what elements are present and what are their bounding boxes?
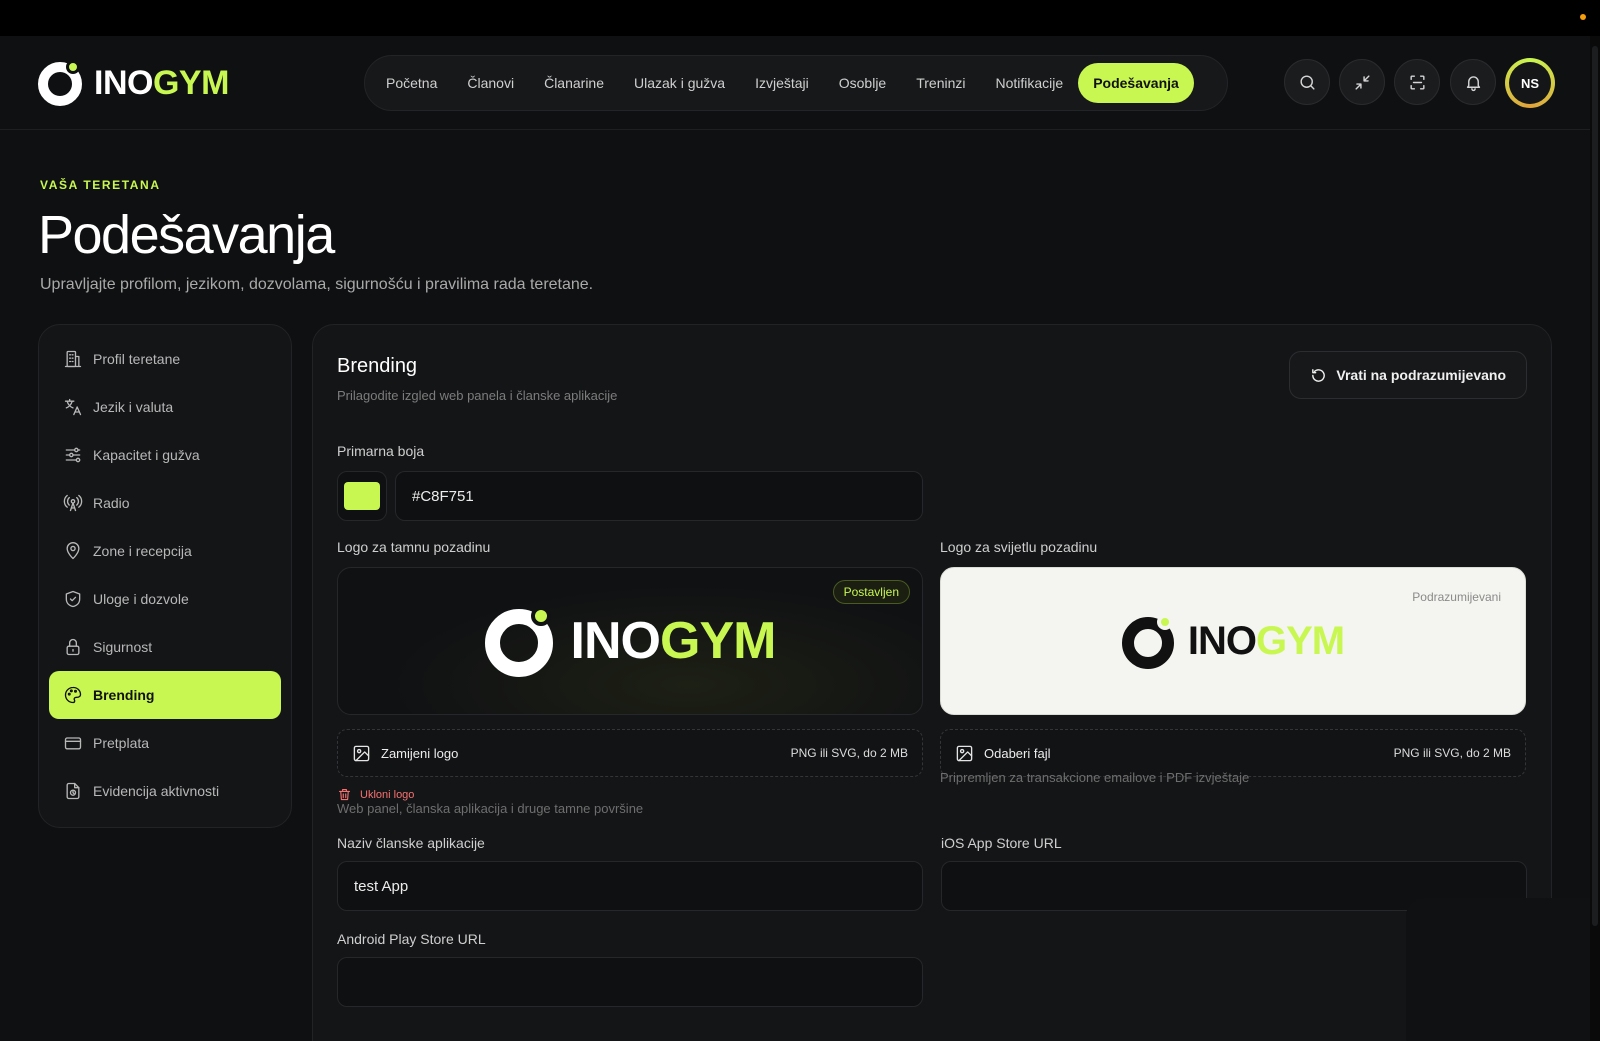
replace-logo-label: Zamijeni logo bbox=[381, 745, 459, 761]
sidebar-item-label: Zone i recepcija bbox=[93, 543, 192, 559]
preview-logo-light: INOGYM bbox=[1121, 614, 1345, 669]
page-title: Podešavanja bbox=[38, 205, 335, 265]
sidebar-item-label: Jezik i valuta bbox=[93, 399, 174, 415]
sidebar-item-radio[interactable]: Radio bbox=[49, 479, 281, 527]
trash-icon bbox=[338, 788, 351, 801]
nav-item-podesavanja[interactable]: Podešavanja bbox=[1078, 63, 1194, 103]
main-nav: Početna Članovi Članarine Ulazak i gužva… bbox=[364, 55, 1228, 111]
sidebar-item-sigurnost[interactable]: Sigurnost bbox=[49, 623, 281, 671]
status-badge: Podrazumijevani bbox=[1412, 590, 1501, 604]
avatar-initials: NS bbox=[1509, 62, 1551, 104]
image-icon bbox=[956, 745, 973, 761]
nav-item-notifikacije[interactable]: Notifikacije bbox=[981, 63, 1079, 103]
reset-icon bbox=[1312, 368, 1326, 382]
remove-logo-label: Ukloni logo bbox=[360, 788, 415, 801]
notifications-button[interactable] bbox=[1450, 59, 1496, 105]
file-spec: PNG ili SVG, do 2 MB bbox=[790, 746, 908, 760]
file-spec: PNG ili SVG, do 2 MB bbox=[1393, 746, 1511, 760]
sidebar-item-label: Profil teretane bbox=[93, 351, 181, 367]
app-name-input[interactable]: test App bbox=[337, 861, 923, 911]
logo-mark-icon bbox=[1121, 614, 1176, 669]
sidebar-item-label: Evidencija aktivnosti bbox=[93, 783, 220, 799]
nav-item-clanarine[interactable]: Članarine bbox=[529, 63, 619, 103]
primary-color-input[interactable]: #C8F751 bbox=[395, 471, 923, 521]
panel-title: Brending bbox=[337, 355, 418, 377]
palette-icon bbox=[64, 686, 82, 704]
sidebar-item-label: Uloge i dozvole bbox=[93, 591, 189, 607]
sidebar-item-label: Kapacitet i gužva bbox=[93, 447, 200, 463]
credit-card-icon bbox=[64, 737, 82, 750]
android-url-label: Android Play Store URL bbox=[337, 931, 486, 947]
settings-sidebar: Profil teretane Jezik i valuta Kapacitet… bbox=[38, 324, 292, 828]
page-subtitle: Upravljajte profilom, jezikom, dozvolama… bbox=[40, 276, 594, 293]
branding-panel: Brending Prilagodite izgled web panela i… bbox=[312, 324, 1552, 1041]
replace-logo-dropzone[interactable]: Zamijeni logo PNG ili SVG, do 2 MB bbox=[337, 729, 923, 777]
logo-dark-label: Logo za tamnu pozadinu bbox=[337, 539, 491, 555]
logo-light-preview: Podrazumijevani INOGYM bbox=[940, 567, 1526, 715]
sidebar-item-label: Brending bbox=[93, 687, 155, 703]
window-top-bar bbox=[0, 0, 1600, 36]
minimize-icon bbox=[1354, 74, 1370, 90]
nav-item-treninzi[interactable]: Treninzi bbox=[901, 63, 980, 103]
color-picker-button[interactable] bbox=[337, 471, 387, 521]
search-icon bbox=[1299, 74, 1315, 90]
sidebar-item-label: Pretplata bbox=[93, 735, 150, 751]
nav-item-clanovi[interactable]: Članovi bbox=[452, 63, 529, 103]
status-dot bbox=[1580, 14, 1586, 20]
scan-icon bbox=[1409, 74, 1425, 90]
activity-log-icon bbox=[66, 782, 80, 800]
nav-item-osoblje[interactable]: Osoblje bbox=[824, 63, 901, 103]
map-pin-icon bbox=[66, 542, 80, 560]
radio-icon bbox=[63, 494, 83, 512]
sidebar-item-uloge[interactable]: Uloge i dozvole bbox=[49, 575, 281, 623]
android-url-input[interactable] bbox=[337, 957, 923, 1007]
logo-dark-preview: Postavljen INOGYM bbox=[337, 567, 923, 715]
app-name-label: Naziv članske aplikacije bbox=[337, 835, 485, 851]
building-icon bbox=[64, 350, 82, 368]
nav-item-izvjestaji[interactable]: Izvještaji bbox=[740, 63, 824, 103]
logo-mark-icon bbox=[484, 606, 555, 677]
page-eyebrow: VAŠA TERETANA bbox=[40, 178, 161, 192]
brand-logo[interactable]: INOGYM bbox=[38, 58, 229, 108]
sidebar-item-profil[interactable]: Profil teretane bbox=[49, 335, 281, 383]
primary-color-label: Primarna boja bbox=[337, 443, 425, 459]
ios-url-label: iOS App Store URL bbox=[941, 835, 1062, 851]
app-header: INOGYM Početna Članovi Članarine Ulazak … bbox=[0, 36, 1590, 130]
sidebar-item-evidencija[interactable]: Evidencija aktivnosti bbox=[49, 767, 281, 815]
nav-item-pocetna[interactable]: Početna bbox=[371, 63, 452, 103]
logo-light-hint: Pripremljen za transakcione emailove i P… bbox=[940, 770, 1250, 785]
reset-defaults-label: Vrati na podrazumijevano bbox=[1336, 367, 1506, 383]
logo-wordmark: INOGYM bbox=[94, 64, 229, 102]
color-swatch bbox=[344, 482, 380, 510]
page-scrollbar[interactable] bbox=[1590, 36, 1600, 1041]
remove-logo-button[interactable]: Ukloni logo bbox=[337, 787, 414, 802]
translate-icon bbox=[64, 398, 82, 416]
search-button[interactable] bbox=[1284, 59, 1330, 105]
shield-icon bbox=[65, 590, 81, 608]
sidebar-item-pretplata[interactable]: Pretplata bbox=[49, 719, 281, 767]
minimize-button[interactable] bbox=[1339, 59, 1385, 105]
panel-subtitle: Prilagodite izgled web panela i članske … bbox=[337, 388, 618, 403]
sidebar-item-jezik[interactable]: Jezik i valuta bbox=[49, 383, 281, 431]
logo-dark-hint: Web panel, članska aplikacija i druge ta… bbox=[337, 801, 644, 816]
sidebar-item-label: Sigurnost bbox=[93, 639, 153, 655]
sidebar-item-brending[interactable]: Brending bbox=[49, 671, 281, 719]
sidebar-item-kapacitet[interactable]: Kapacitet i gužva bbox=[49, 431, 281, 479]
user-avatar[interactable]: NS bbox=[1505, 58, 1555, 108]
logo-mark-icon bbox=[38, 60, 84, 106]
preview-logo-dark: INOGYM bbox=[484, 606, 776, 677]
scan-button[interactable] bbox=[1394, 59, 1440, 105]
sidebar-item-label: Radio bbox=[93, 495, 130, 511]
lock-icon bbox=[66, 638, 80, 656]
sidebar-item-zone[interactable]: Zone i recepcija bbox=[49, 527, 281, 575]
bell-icon bbox=[1466, 75, 1480, 91]
logo-light-label: Logo za svijetlu pozadinu bbox=[940, 539, 1098, 555]
image-icon bbox=[353, 745, 370, 761]
nav-item-ulazak[interactable]: Ulazak i gužva bbox=[619, 63, 740, 103]
status-badge: Postavljen bbox=[832, 580, 910, 604]
sliders-icon bbox=[65, 447, 81, 463]
choose-file-label: Odaberi fajl bbox=[984, 745, 1051, 761]
floating-panel-edge bbox=[1406, 898, 1590, 1041]
reset-defaults-button[interactable]: Vrati na podrazumijevano bbox=[1289, 351, 1527, 399]
